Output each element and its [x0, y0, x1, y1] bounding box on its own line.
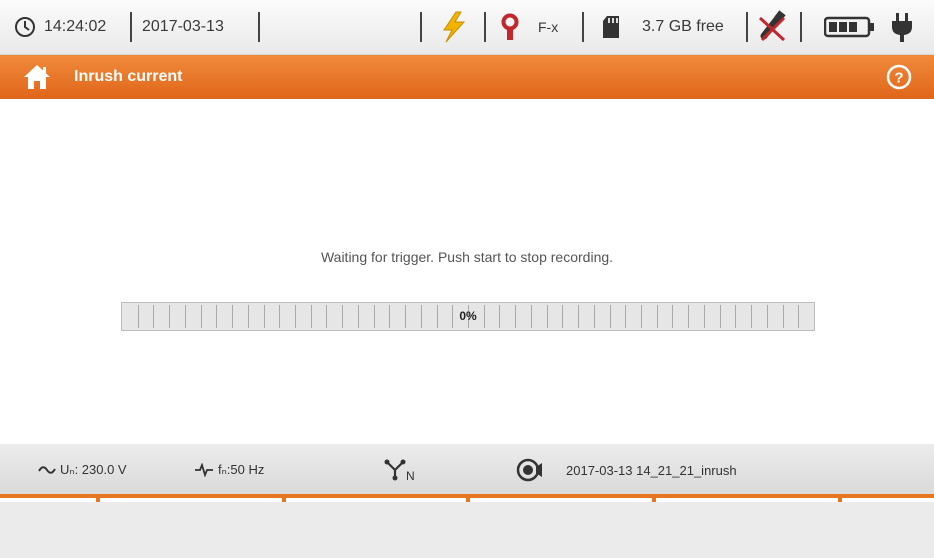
home-icon	[24, 65, 50, 89]
svg-text:?: ?	[894, 70, 903, 87]
softkey-5[interactable]	[744, 502, 934, 558]
title-bar: Inrush current ?	[0, 55, 934, 99]
status-divider	[582, 12, 584, 42]
status-time: 14:24:02	[44, 18, 107, 35]
help-button[interactable]: ?	[886, 64, 912, 90]
usb-disabled-icon	[756, 0, 788, 54]
status-divider	[258, 12, 260, 42]
status-divider	[800, 12, 802, 42]
frequency-icon	[194, 444, 214, 496]
nominal-frequency: fₙ:50 Hz	[218, 462, 265, 477]
main-content: Waiting for trigger. Push start to stop …	[0, 99, 934, 444]
lightning-icon	[436, 0, 470, 54]
recording-name: 2017-03-13 14_21_21_inrush	[566, 462, 737, 478]
softkey-bar	[0, 502, 934, 558]
battery-icon	[824, 0, 876, 54]
status-message: Waiting for trigger. Push start to stop …	[320, 249, 614, 265]
status-divider	[130, 12, 132, 42]
network-type-icon	[384, 444, 406, 496]
status-divider	[746, 12, 748, 42]
clock-icon	[14, 0, 36, 54]
softkey-4[interactable]	[558, 502, 744, 558]
recording-file-icon	[516, 444, 544, 496]
clamp-type-label: F-x	[538, 19, 559, 35]
status-bar: 14:24:02 2017-03-13 F-x 3.7 GB free	[0, 0, 934, 55]
recording-progress-bar: 0%	[121, 302, 815, 331]
softkey-3[interactable]	[372, 502, 558, 558]
status-date: 2017-03-13	[142, 18, 224, 35]
memory-free-label: 3.7 GB free	[642, 18, 724, 35]
home-button[interactable]	[22, 63, 52, 91]
nominal-voltage: Uₙ: 230.0 V	[60, 462, 127, 477]
power-plug-icon	[890, 0, 914, 54]
status-divider	[420, 12, 422, 42]
ac-voltage-icon	[38, 444, 56, 496]
softkey-2[interactable]	[186, 502, 372, 558]
status-divider	[484, 12, 486, 42]
page-title: Inrush current	[74, 68, 183, 85]
info-bar: Uₙ: 230.0 V fₙ:50 Hz N 2017-03-13 14_21_…	[0, 444, 934, 496]
softkey-1[interactable]	[0, 502, 186, 558]
help-icon: ?	[886, 64, 912, 90]
sd-card-icon	[602, 0, 620, 54]
clamp-icon	[500, 0, 520, 54]
progress-label: 0%	[459, 309, 477, 323]
